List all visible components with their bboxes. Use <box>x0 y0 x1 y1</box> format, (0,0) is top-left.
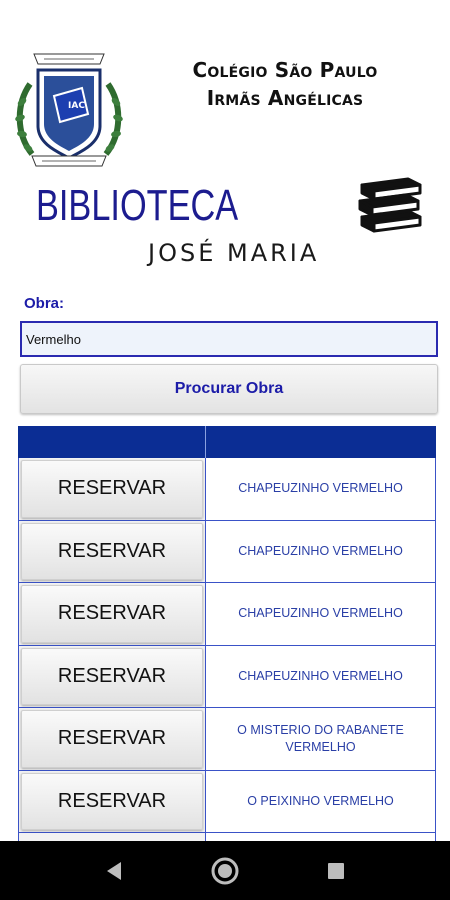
table-row: RESERVAR O PEIXINHO VERMELHO <box>18 770 436 833</box>
book-title: CHAPEUZINHO VERMELHO <box>206 520 436 583</box>
table-row: RESERVAR CHAPEUZINHO VERMELHO <box>18 583 436 646</box>
library-subtitle: JOSÉ MARIA <box>148 239 320 267</box>
table-cell-action: RESERVAR <box>18 458 206 521</box>
table-row: RESERVAR CHAPEUZINHO VERMELHO <box>18 520 436 583</box>
app-screen: IAC Colégio São Paulo Irmãs Angélicas BI… <box>0 0 450 900</box>
stacked-books-icon <box>358 177 422 233</box>
table-cell-action: RESERVAR <box>18 520 206 583</box>
book-title: CHAPEUZINHO VERMELHO <box>206 645 436 708</box>
school-name-line2: Irmãs Angélicas <box>206 86 364 110</box>
search-button[interactable]: Procurar Obra <box>20 364 438 414</box>
school-crest-icon: IAC <box>15 53 123 167</box>
reserve-button[interactable]: RESERVAR <box>21 585 203 643</box>
search-label: Obra: <box>24 295 65 312</box>
library-title: BIBLIOTECA <box>36 181 239 230</box>
home-button[interactable] <box>195 841 255 900</box>
school-name: Colégio São Paulo Irmãs Angélicas <box>150 56 420 112</box>
reserve-button[interactable]: RESERVAR <box>21 647 203 705</box>
search-input[interactable] <box>20 321 438 357</box>
results-header <box>18 426 436 458</box>
navigation-bar <box>0 841 450 900</box>
table-cell-action: RESERVAR <box>18 583 206 646</box>
results-header-action <box>18 426 206 458</box>
table-row: RESERVAR CHAPEUZINHO VERMELHO <box>18 645 436 708</box>
book-title: CHAPEUZINHO VERMELHO <box>206 583 436 646</box>
table-cell-action: RESERVAR <box>18 708 206 771</box>
reserve-button[interactable]: RESERVAR <box>21 460 203 518</box>
home-circle-icon <box>211 857 239 884</box>
results-header-title <box>206 426 436 458</box>
school-name-line1: Colégio São Paulo <box>192 58 378 82</box>
back-triangle-icon <box>107 861 121 880</box>
reserve-button[interactable]: RESERVAR <box>21 710 203 768</box>
book-title: O PEIXINHO VERMELHO <box>206 770 436 833</box>
book-title: O MISTERIO DO RABANETE VERMELHO <box>206 708 436 771</box>
recents-square-icon <box>328 862 344 879</box>
table-row: RESERVAR O MISTERIO DO RABANETE VERMELHO <box>18 708 436 771</box>
back-button[interactable] <box>84 841 144 900</box>
recents-button[interactable] <box>306 841 366 900</box>
reserve-button[interactable]: RESERVAR <box>21 772 203 830</box>
results-table: RESERVAR CHAPEUZINHO VERMELHO RESERVAR C… <box>18 426 436 896</box>
table-row: RESERVAR CHAPEUZINHO VERMELHO <box>18 458 436 521</box>
table-cell-action: RESERVAR <box>18 770 206 833</box>
table-cell-action: RESERVAR <box>18 645 206 708</box>
svg-text:IAC: IAC <box>68 101 85 111</box>
book-title: CHAPEUZINHO VERMELHO <box>206 458 436 521</box>
reserve-button[interactable]: RESERVAR <box>21 522 203 580</box>
